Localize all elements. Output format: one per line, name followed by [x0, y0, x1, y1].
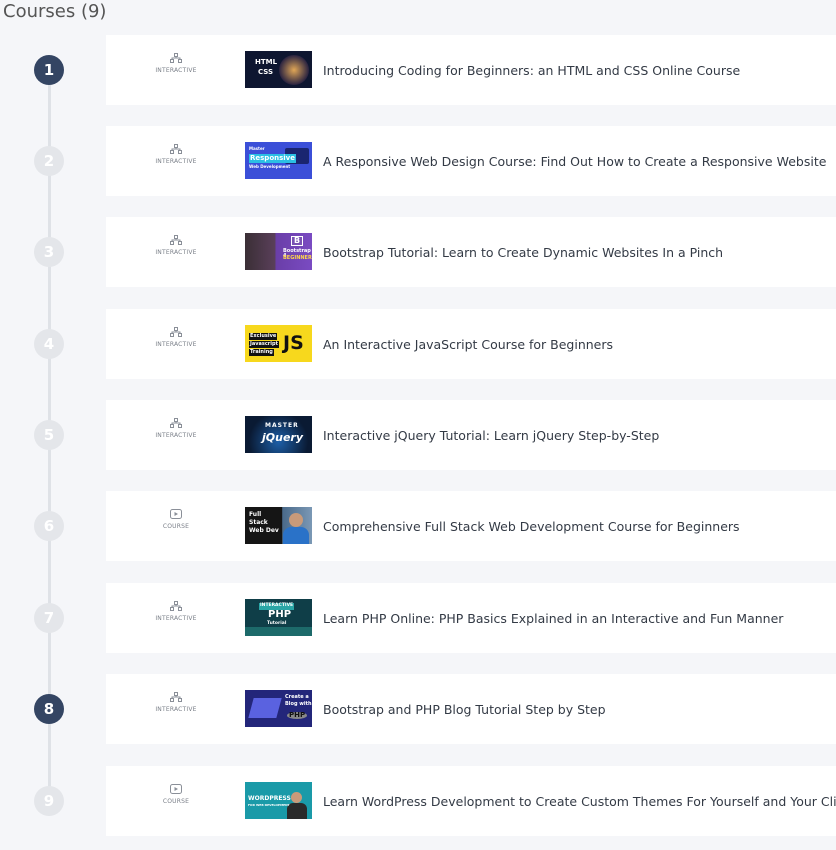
course-row-1[interactable]: INTERACTIVE HTML CSS Introducing Coding … [106, 35, 836, 105]
course-type-9: COURSE [136, 784, 216, 805]
interactive-icon [170, 53, 182, 63]
page-title: Courses (9) [3, 1, 107, 22]
course-title-7[interactable]: Learn PHP Online: PHP Basics Explained i… [323, 583, 783, 653]
course-type-label: INTERACTIVE [155, 706, 197, 713]
course-thumbnail-3[interactable]: B Bootstrap 4 BEGINNER [245, 233, 312, 270]
course-type-4: INTERACTIVE [136, 327, 216, 348]
course-thumbnail-1[interactable]: HTML CSS [245, 51, 312, 88]
course-title-3[interactable]: Bootstrap Tutorial: Learn to Create Dyna… [323, 217, 723, 287]
course-type-3: INTERACTIVE [136, 235, 216, 256]
course-row-7[interactable]: INTERACTIVE INTERACTIVE PHP Tutorial Lea… [106, 583, 836, 653]
course-type-7: INTERACTIVE [136, 601, 216, 622]
course-type-6: COURSE [136, 509, 216, 530]
video-play-icon [170, 509, 182, 519]
step-number-7: 7 [34, 603, 64, 633]
course-type-label: INTERACTIVE [155, 158, 197, 165]
step-number-5: 5 [34, 420, 64, 450]
course-type-label: INTERACTIVE [155, 341, 197, 348]
step-number-8: 8 [34, 694, 64, 724]
course-thumbnail-7[interactable]: INTERACTIVE PHP Tutorial [245, 599, 312, 636]
video-play-icon [170, 784, 182, 794]
course-type-label: INTERACTIVE [155, 615, 197, 622]
interactive-icon [170, 144, 182, 154]
course-thumbnail-8[interactable]: Create a Blog with PHP [245, 690, 312, 727]
step-number-1: 1 [34, 55, 64, 85]
course-title-2[interactable]: A Responsive Web Design Course: Find Out… [323, 126, 826, 196]
step-number-3: 3 [34, 237, 64, 267]
course-thumbnail-5[interactable]: MASTER jQuery [245, 416, 312, 453]
course-row-3[interactable]: INTERACTIVE B Bootstrap 4 BEGINNER Boots… [106, 217, 836, 287]
course-type-label: INTERACTIVE [155, 432, 197, 439]
course-title-1[interactable]: Introducing Coding for Beginners: an HTM… [323, 35, 740, 105]
course-type-label: INTERACTIVE [155, 249, 197, 256]
interactive-icon [170, 327, 182, 337]
course-thumbnail-6[interactable]: Full Stack Web Dev [245, 507, 312, 544]
course-row-6[interactable]: COURSE Full Stack Web Dev Comprehensive … [106, 491, 836, 561]
course-thumbnail-9[interactable]: WORDPRESS FOR WEB DEVELOPMENT [245, 782, 312, 819]
course-type-5: INTERACTIVE [136, 418, 216, 439]
interactive-icon [170, 692, 182, 702]
course-title-6[interactable]: Comprehensive Full Stack Web Development… [323, 491, 740, 561]
course-title-8[interactable]: Bootstrap and PHP Blog Tutorial Step by … [323, 674, 606, 744]
interactive-icon [170, 235, 182, 245]
course-row-4[interactable]: INTERACTIVE Exclusive Javascript Trainin… [106, 309, 836, 379]
step-number-4: 4 [34, 329, 64, 359]
course-title-4[interactable]: An Interactive JavaScript Course for Beg… [323, 309, 613, 379]
course-type-label: COURSE [162, 523, 190, 530]
course-type-8: INTERACTIVE [136, 692, 216, 713]
course-row-2[interactable]: INTERACTIVE Master Responsive Web Develo… [106, 126, 836, 196]
step-number-9: 9 [34, 786, 64, 816]
course-row-8[interactable]: INTERACTIVE Create a Blog with PHP Boots… [106, 674, 836, 744]
course-type-2: INTERACTIVE [136, 144, 216, 165]
course-type-label: INTERACTIVE [155, 67, 197, 74]
interactive-icon [170, 418, 182, 428]
course-row-9[interactable]: COURSE WORDPRESS FOR WEB DEVELOPMENT Lea… [106, 766, 836, 836]
course-title-9[interactable]: Learn WordPress Development to Create Cu… [323, 766, 836, 836]
course-thumbnail-2[interactable]: Master Responsive Web Development [245, 142, 312, 179]
course-row-5[interactable]: INTERACTIVE MASTER jQuery Interactive jQ… [106, 400, 836, 470]
step-number-6: 6 [34, 511, 64, 541]
step-number-2: 2 [34, 146, 64, 176]
course-thumbnail-4[interactable]: Exclusive Javascript Training JS [245, 325, 312, 362]
course-type-label: COURSE [162, 798, 190, 805]
interactive-icon [170, 601, 182, 611]
course-type-1: INTERACTIVE [136, 53, 216, 74]
course-title-5[interactable]: Interactive jQuery Tutorial: Learn jQuer… [323, 400, 659, 470]
